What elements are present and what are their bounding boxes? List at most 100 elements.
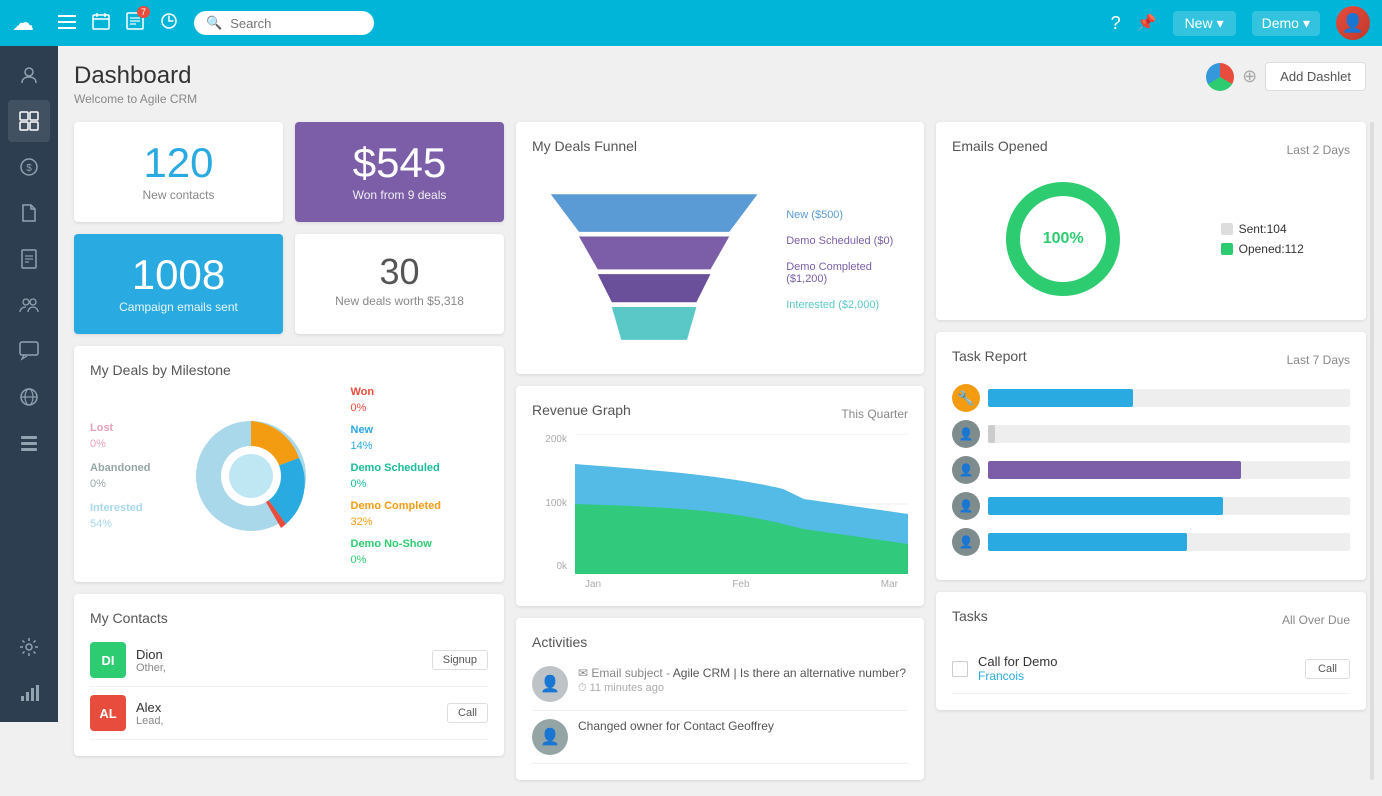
sidebar-settings-icon[interactable] xyxy=(8,626,50,668)
revenue-svg xyxy=(575,434,908,574)
deals-milestone-card: My Deals by Milestone Lost 0% Abandoned … xyxy=(74,346,504,582)
task-bar-fill-5 xyxy=(988,533,1187,551)
opened-legend-item: Opened:112 xyxy=(1221,242,1304,256)
sidebar-deals-icon[interactable]: $ xyxy=(8,146,50,188)
history-icon[interactable] xyxy=(160,12,178,35)
add-dashlet-button[interactable]: Add Dashlet xyxy=(1265,62,1366,91)
task-checkbox-1[interactable] xyxy=(952,661,968,677)
x-feb: Feb xyxy=(732,579,749,590)
contact-avatar-2: AL xyxy=(90,695,126,731)
sidebar-docs-icon[interactable] xyxy=(8,238,50,280)
pie-chart-container: Lost 0% Abandoned 0% Interested 54% xyxy=(90,386,488,566)
add-icon[interactable]: ⊕ xyxy=(1242,66,1257,87)
task-bar-fill-4 xyxy=(988,497,1223,515)
search-icon: 🔍 xyxy=(206,15,222,31)
sidebar-globe-icon[interactable] xyxy=(8,376,50,418)
opened-dot xyxy=(1221,243,1233,255)
task-avatar-3: 👤 xyxy=(952,456,980,484)
tasks-icon[interactable]: 7 xyxy=(126,12,144,35)
abandoned-label: Abandoned xyxy=(90,462,151,474)
contact-sub-2: Lead, xyxy=(136,715,437,727)
abandoned-pct: 0% xyxy=(90,478,151,490)
sidebar-data-icon[interactable] xyxy=(8,422,50,464)
activity-time-1: ⏱ 11 minutes ago xyxy=(578,682,908,695)
contact-info-1: Dion Other, xyxy=(136,647,422,674)
help-icon[interactable]: ? xyxy=(1111,13,1121,34)
chrome-extension-icon[interactable] xyxy=(1206,63,1234,91)
top-nav: ☁ 7 🔍 ? 📌 New ▾ Demo ▾ 👤 xyxy=(0,0,1382,46)
demo-button[interactable]: Demo ▾ xyxy=(1252,11,1320,36)
contact-action-2[interactable]: Call xyxy=(447,703,488,723)
menu-icon[interactable] xyxy=(58,13,76,34)
activities-card: Activities 👤 ✉ Email subject - Agile CRM… xyxy=(516,618,924,780)
pie-labels-right: Won 0% New 14% Demo Scheduled 0% Demo Co… xyxy=(351,386,441,566)
sidebar-dashboard-icon[interactable] xyxy=(8,100,50,142)
contact-name-2: Alex xyxy=(136,700,437,715)
left-sidebar: $ xyxy=(0,46,58,722)
task-avatar-2: 👤 xyxy=(952,420,980,448)
demo-noshow-label: Demo No-Show xyxy=(351,538,441,550)
page-title: Dashboard xyxy=(74,62,197,90)
donut-wrapper: 100% xyxy=(998,174,1128,304)
x-axis: Jan Feb Mar xyxy=(575,579,908,590)
calendar-icon[interactable] xyxy=(92,12,110,35)
my-contacts-title: My Contacts xyxy=(90,610,488,626)
app-logo[interactable]: ☁ xyxy=(12,10,34,36)
activities-title: Activities xyxy=(532,634,908,650)
task-call-button-1[interactable]: Call xyxy=(1305,659,1350,679)
funnel-label-new: New ($500) xyxy=(786,209,908,221)
deals-funnel-title: My Deals Funnel xyxy=(532,138,908,154)
sidebar-people-icon[interactable] xyxy=(8,284,50,326)
task-bar-bg-4 xyxy=(988,497,1350,515)
nav-right: ? 📌 New ▾ Demo ▾ 👤 xyxy=(1111,6,1370,40)
new-deals-card: 30 New deals worth $5,318 xyxy=(295,234,504,334)
demo-scheduled-pct: 0% xyxy=(351,478,441,490)
task-bar-fill-1 xyxy=(988,389,1133,407)
opened-label: Opened:112 xyxy=(1239,242,1304,256)
contact-info-2: Alex Lead, xyxy=(136,700,437,727)
lost-pct: 0% xyxy=(90,438,151,450)
task-avatar-4: 👤 xyxy=(952,492,980,520)
contact-row-1: DI Dion Other, Signup xyxy=(90,634,488,687)
task-item-1: Call for Demo Francois Call xyxy=(952,644,1350,694)
search-box[interactable]: 🔍 xyxy=(194,11,374,35)
top-stats: 120 New contacts $545 Won from 9 deals 1… xyxy=(74,122,504,334)
activity-content-2: Changed owner for Contact Geoffrey xyxy=(578,719,908,755)
right-column: Emails Opened Last 2 Days 100% xyxy=(936,122,1366,780)
dashboard-grid: 120 New contacts $545 Won from 9 deals 1… xyxy=(74,122,1366,780)
new-button[interactable]: New ▾ xyxy=(1173,11,1236,36)
interested-label: Interested xyxy=(90,502,151,514)
revenue-header: Revenue Graph This Quarter xyxy=(532,402,908,426)
task-bar-row-4: 👤 xyxy=(952,492,1350,520)
new-label: New xyxy=(351,424,441,436)
contact-name-1: Dion xyxy=(136,647,422,662)
search-input[interactable] xyxy=(230,16,362,31)
sidebar-chat-icon[interactable] xyxy=(8,330,50,372)
activity-item-1: 👤 ✉ Email subject - Agile CRM | Is there… xyxy=(532,658,908,711)
page-title-group: Dashboard Welcome to Agile CRM xyxy=(74,62,197,106)
activity-item-2: 👤 Changed owner for Contact Geoffrey xyxy=(532,711,908,764)
sidebar-files-icon[interactable] xyxy=(8,192,50,234)
sidebar-contacts-icon[interactable] xyxy=(8,54,50,96)
demo-completed-pct: 32% xyxy=(351,516,441,528)
task-bar-row-3: 👤 xyxy=(952,456,1350,484)
revenue-graph-card: Revenue Graph This Quarter 200k 100k 0k xyxy=(516,386,924,606)
task-bar-bg-3 xyxy=(988,461,1350,479)
emails-opened-title: Emails Opened xyxy=(952,138,1048,154)
donut-legend: Sent:104 Opened:112 xyxy=(1221,222,1304,256)
new-deals-number: 30 xyxy=(315,254,484,290)
activity-content-1: ✉ Email subject - Agile CRM | Is there a… xyxy=(578,666,908,702)
user-avatar[interactable]: 👤 xyxy=(1336,6,1370,40)
scrollbar[interactable] xyxy=(1370,122,1374,780)
svg-text:$: $ xyxy=(26,163,32,174)
task-report-card: Task Report Last 7 Days 🔧 👤 xyxy=(936,332,1366,580)
revenue-title: Revenue Graph xyxy=(532,402,631,418)
pin-icon[interactable]: 📌 xyxy=(1137,13,1157,33)
middle-column: My Deals Funnel New ($500) xyxy=(516,122,924,780)
new-contacts-card: 120 New contacts xyxy=(74,122,283,222)
contact-action-1[interactable]: Signup xyxy=(432,650,488,670)
donut-percentage: 100% xyxy=(1043,230,1084,248)
sidebar-analytics-icon[interactable] xyxy=(8,672,50,714)
quarter-label: This Quarter xyxy=(841,407,908,421)
pie-labels-left: Lost 0% Abandoned 0% Interested 54% xyxy=(90,422,151,530)
